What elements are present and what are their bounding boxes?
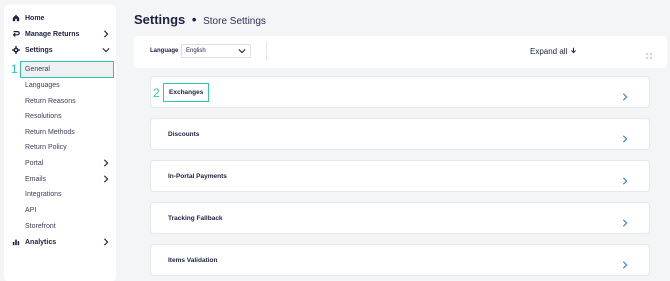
chevron-right-icon xyxy=(621,88,629,101)
sidebar-item-label: Analytics xyxy=(25,238,57,246)
chevron-right-icon xyxy=(102,30,110,38)
expand-all-button[interactable]: Expand all xyxy=(530,47,577,56)
sidebar-item-return-policy[interactable]: Return Policy xyxy=(4,140,116,154)
section-title: Items Validation xyxy=(168,257,218,264)
language-select[interactable]: English xyxy=(181,44,251,58)
chevron-right-icon xyxy=(102,159,110,167)
chevron-down-icon xyxy=(238,47,246,55)
sidebar-item-integrations[interactable]: Integrations xyxy=(4,187,116,201)
sidebar-item-manage-returns[interactable]: Manage Returns xyxy=(4,27,116,41)
sidebar-item-label: Return Reasons xyxy=(25,97,76,105)
sidebar-item-label: General xyxy=(25,66,50,73)
sidebar-item-return-reasons[interactable]: Return Reasons xyxy=(4,94,116,108)
sidebar-item-analytics[interactable]: Analytics xyxy=(4,235,116,249)
section-title: Exchanges xyxy=(163,83,210,102)
home-icon xyxy=(12,14,20,22)
section-exchanges[interactable]: Exchanges xyxy=(150,76,650,108)
sidebar: Home Manage Returns Settings General Lan… xyxy=(4,5,116,281)
sidebar-item-settings[interactable]: Settings xyxy=(4,43,116,57)
sidebar-item-label: Return Methods xyxy=(25,128,75,136)
sidebar-item-label: API xyxy=(25,206,37,214)
sidebar-item-label: Portal xyxy=(25,159,44,167)
sidebar-item-label: Settings xyxy=(25,46,53,54)
chevron-right-icon xyxy=(621,130,629,143)
sidebar-item-resolutions[interactable]: Resolutions xyxy=(4,109,116,123)
sidebar-item-label: Integrations xyxy=(25,190,62,198)
language-value: English xyxy=(186,48,206,54)
section-discounts[interactable]: Discounts xyxy=(150,118,650,150)
section-title: Tracking Fallback xyxy=(168,215,223,222)
sidebar-item-api[interactable]: API xyxy=(4,203,116,217)
page-subtitle: Store Settings xyxy=(203,16,266,27)
toolbar-divider xyxy=(266,42,267,60)
sidebar-item-label: Manage Returns xyxy=(25,30,80,38)
title-separator: • xyxy=(191,12,197,27)
chevron-right-icon xyxy=(621,214,629,227)
sidebar-item-storefront[interactable]: Storefront xyxy=(4,219,116,233)
chevron-down-icon xyxy=(102,46,110,54)
sidebar-item-return-methods[interactable]: Return Methods xyxy=(4,125,116,139)
sidebar-item-emails[interactable]: Emails xyxy=(4,172,116,186)
sidebar-item-portal[interactable]: Portal xyxy=(4,156,116,170)
sidebar-item-label: Storefront xyxy=(25,222,56,230)
sidebar-item-home[interactable]: Home xyxy=(4,11,116,25)
return-icon xyxy=(12,30,20,38)
sidebar-item-languages[interactable]: Languages xyxy=(4,78,116,92)
section-in-portal-payments[interactable]: In-Portal Payments xyxy=(150,160,650,192)
section-items-validation[interactable]: Items Validation xyxy=(150,244,650,276)
section-title: Discounts xyxy=(168,131,200,138)
step-number-1: 1 xyxy=(11,62,18,76)
sidebar-item-label: Emails xyxy=(25,175,47,183)
section-title: In-Portal Payments xyxy=(168,173,227,180)
expand-all-label: Expand all xyxy=(530,47,568,56)
section-tracking-fallback[interactable]: Tracking Fallback xyxy=(150,202,650,234)
language-label: Language xyxy=(150,48,179,54)
page-title: Settings • Store Settings xyxy=(134,12,266,27)
chevron-right-icon xyxy=(102,238,110,246)
gear-icon xyxy=(12,46,20,54)
sidebar-item-label: Languages xyxy=(25,81,60,89)
chevron-right-icon xyxy=(621,256,629,269)
step-number-2: 2 xyxy=(153,86,160,100)
sidebar-item-label: Return Policy xyxy=(25,143,67,151)
settings-toolbar: Language English Expand all xyxy=(134,36,667,68)
chevron-right-icon xyxy=(621,172,629,185)
sidebar-item-label: Home xyxy=(25,14,45,22)
chevron-right-icon xyxy=(102,175,110,183)
grid-icon[interactable] xyxy=(645,47,653,60)
page-title-text: Settings xyxy=(134,12,186,27)
sidebar-item-label: Resolutions xyxy=(25,112,62,120)
bar-chart-icon xyxy=(12,238,20,246)
sidebar-item-general[interactable]: General xyxy=(20,61,114,78)
expand-down-icon xyxy=(570,47,577,56)
